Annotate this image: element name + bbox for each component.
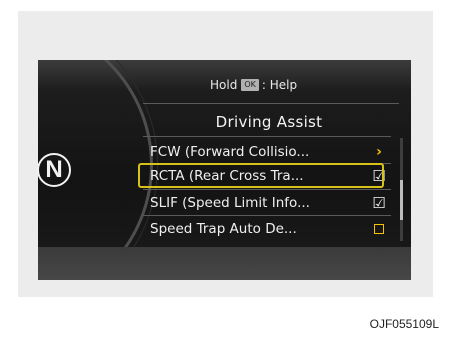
figure-caption: OJF055109L: [369, 317, 439, 331]
checkbox-checked-icon[interactable]: ☑: [371, 192, 387, 214]
row-divider: [143, 189, 391, 190]
chevron-right-icon: ›: [376, 144, 382, 160]
menu-item-label: FCW (Forward Collisio...: [150, 144, 310, 160]
scrollbar-thumb[interactable]: [400, 180, 403, 220]
menu-item-speed-trap[interactable]: Speed Trap Auto De...: [150, 218, 390, 240]
help-text: : Help: [261, 78, 298, 92]
menu-item-label: Speed Trap Auto De...: [150, 221, 297, 237]
row-divider: [143, 215, 391, 216]
title-divider: [143, 136, 391, 137]
menu-item-fcw[interactable]: FCW (Forward Collisio... ›: [150, 141, 390, 163]
gear-indicator-neutral: N: [37, 153, 71, 187]
selection-highlight: [138, 163, 384, 188]
ok-key-icon: OK: [241, 79, 259, 91]
hold-text: Hold: [210, 78, 238, 92]
display-bottom-band: [38, 247, 411, 280]
menu-item-label: SLIF (Speed Limit Info...: [150, 195, 310, 211]
menu-title: Driving Assist: [215, 113, 323, 131]
scrollbar[interactable]: [400, 138, 403, 241]
menu-item-slif[interactable]: SLIF (Speed Limit Info... ☑: [150, 192, 390, 214]
checkbox-empty-icon[interactable]: [374, 224, 384, 234]
header-divider: [143, 103, 399, 104]
help-hint: Hold OK : Help: [210, 76, 297, 94]
